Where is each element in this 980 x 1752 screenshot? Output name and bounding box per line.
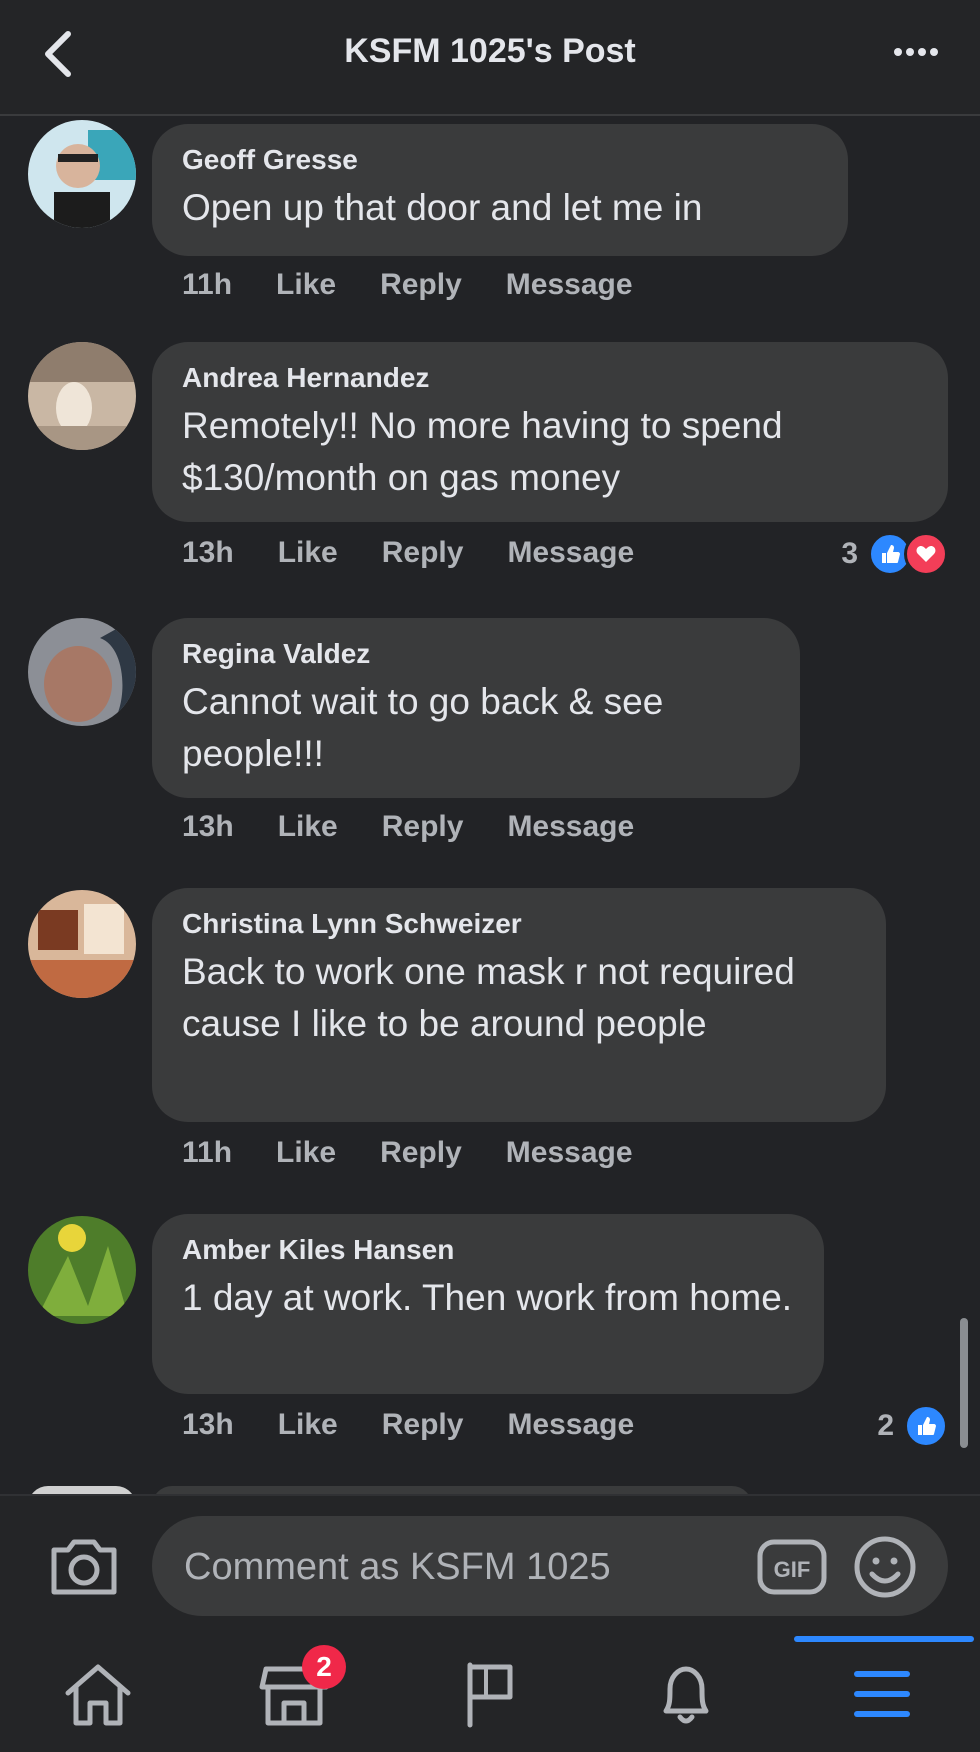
- nav-marketplace[interactable]: 2: [196, 1645, 392, 1734]
- comment-time: 11h: [182, 268, 233, 301]
- nav-home[interactable]: [0, 1654, 196, 1734]
- message-button[interactable]: Message: [507, 1408, 634, 1442]
- comment-text: Cannot wait to go back & see people!!!: [182, 681, 664, 774]
- menu-icon: [854, 1671, 910, 1717]
- comment-actions: 13h Like Reply Message: [182, 1408, 634, 1442]
- like-reaction-icon: [904, 1404, 948, 1448]
- like-button[interactable]: Like: [276, 268, 336, 302]
- comment-input[interactable]: [182, 1516, 706, 1618]
- top-bar: KSFM 1025's Post: [0, 0, 980, 116]
- comment-actions: 11h Like Reply Message: [182, 268, 633, 302]
- more-options-button[interactable]: [890, 40, 940, 64]
- home-icon: [65, 1664, 131, 1726]
- comment-time: 11h: [182, 1136, 233, 1169]
- reply-button[interactable]: Reply: [382, 810, 464, 844]
- comment-time: 13h: [182, 1408, 234, 1441]
- comment-text: Remotely!! No more having to spend $130/…: [182, 405, 783, 498]
- reply-button[interactable]: Reply: [380, 268, 462, 302]
- message-button[interactable]: Message: [507, 810, 634, 844]
- comment-author[interactable]: Christina Lynn Schweizer: [182, 908, 856, 940]
- gif-button[interactable]: GIF: [756, 1538, 828, 1596]
- comment-text: Open up that door and let me in: [182, 187, 703, 228]
- camera-icon: [51, 1539, 117, 1595]
- bell-icon: [663, 1666, 709, 1724]
- reaction-summary[interactable]: 2: [877, 1404, 948, 1448]
- avatar[interactable]: [28, 618, 136, 726]
- comment-box: GIF: [152, 1516, 948, 1618]
- message-button[interactable]: Message: [506, 1136, 633, 1170]
- comment-bubble[interactable]: Geoff Gresse Open up that door and let m…: [152, 124, 848, 256]
- comment-bubble[interactable]: Andrea Hernandez Remotely!! No more havi…: [152, 342, 948, 522]
- flag-icon: [467, 1662, 513, 1728]
- like-button[interactable]: Like: [278, 536, 338, 570]
- emoji-icon: [854, 1536, 916, 1598]
- avatar[interactable]: [28, 1216, 136, 1324]
- message-button[interactable]: Message: [507, 536, 634, 570]
- camera-button[interactable]: [44, 1526, 124, 1606]
- reply-button[interactable]: Reply: [380, 1136, 462, 1170]
- avatar[interactable]: [28, 1486, 136, 1494]
- nav-menu[interactable]: [784, 1654, 980, 1734]
- comment-composer: GIF: [0, 1494, 980, 1636]
- comment-time: 13h: [182, 810, 234, 843]
- like-button[interactable]: Like: [276, 1136, 336, 1170]
- avatar[interactable]: [28, 342, 136, 450]
- notification-badge: 2: [302, 1645, 346, 1689]
- reply-button[interactable]: Reply: [382, 536, 464, 570]
- message-button[interactable]: Message: [506, 268, 633, 302]
- active-tab-indicator: [794, 1636, 974, 1642]
- comment-bubble[interactable]: Christina Lynn Schweizer Back to work on…: [152, 888, 886, 1122]
- reaction-summary[interactable]: 3: [841, 532, 948, 576]
- gif-icon: GIF: [757, 1539, 827, 1595]
- reply-button[interactable]: Reply: [382, 1408, 464, 1442]
- comment-author[interactable]: Geoff Gresse: [182, 144, 818, 176]
- comment-author[interactable]: Amber Kiles Hansen: [182, 1234, 794, 1266]
- nav-notifications[interactable]: [588, 1654, 784, 1734]
- comment-actions: 13h Like Reply Message: [182, 536, 634, 570]
- comment-time: 13h: [182, 536, 234, 569]
- comment-bubble[interactable]: Regina Valdez Cannot wait to go back & s…: [152, 618, 800, 798]
- comment-actions: 11h Like Reply Message: [182, 1136, 633, 1170]
- like-button[interactable]: Like: [278, 810, 338, 844]
- reaction-count: 3: [841, 537, 858, 570]
- comment-text: 1 day at work. Then work from home.: [182, 1277, 793, 1318]
- comment-text: Back to work one mask r not required cau…: [182, 951, 795, 1044]
- comment-bubble[interactable]: Amber Kiles Hansen 1 day at work. Then w…: [152, 1214, 824, 1394]
- scrollbar[interactable]: [960, 1318, 968, 1448]
- comment-author[interactable]: Regina Valdez: [182, 638, 770, 670]
- avatar[interactable]: [28, 890, 136, 998]
- bottom-nav: 2: [0, 1636, 980, 1752]
- comment-author[interactable]: Andrea Hernandez: [182, 362, 918, 394]
- comment-bubble[interactable]: [152, 1486, 752, 1494]
- gif-label: GIF: [774, 1557, 811, 1582]
- comment-actions: 13h Like Reply Message: [182, 810, 634, 844]
- reaction-count: 2: [877, 1409, 894, 1442]
- avatar[interactable]: [28, 120, 136, 228]
- more-icon: [894, 48, 938, 56]
- emoji-button[interactable]: [852, 1534, 918, 1600]
- like-button[interactable]: Like: [278, 1408, 338, 1442]
- comment-list[interactable]: Geoff Gresse Open up that door and let m…: [0, 118, 980, 1494]
- nav-pages[interactable]: [392, 1654, 588, 1734]
- love-reaction-icon: [904, 532, 948, 576]
- page-title: KSFM 1025's Post: [344, 32, 636, 70]
